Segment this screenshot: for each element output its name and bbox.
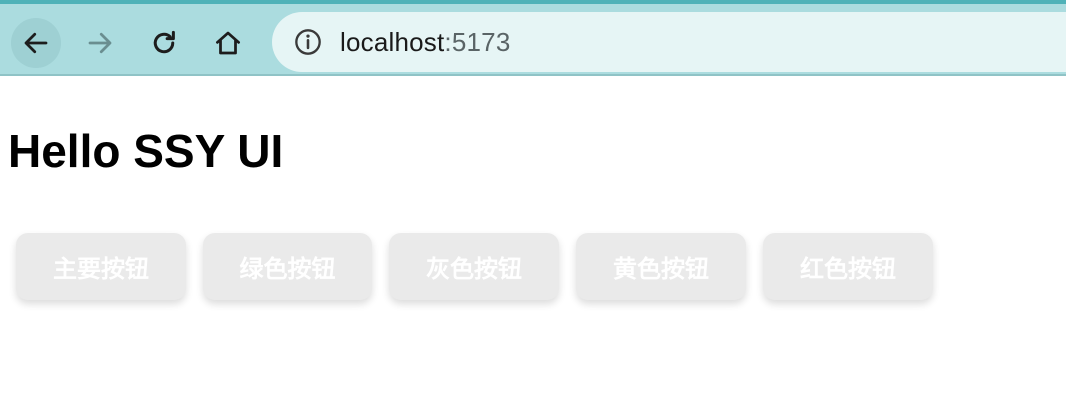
url-port: :5173 — [444, 26, 511, 57]
page-title: Hello SSY UI — [8, 125, 284, 177]
primary-button[interactable]: 主要按钮 — [16, 233, 186, 300]
back-button[interactable] — [11, 18, 61, 68]
forward-button[interactable] — [75, 18, 125, 68]
back-arrow-icon — [24, 32, 48, 54]
url-host: localhost — [340, 26, 445, 57]
reload-icon — [153, 30, 175, 54]
gray-button[interactable]: 灰色按钮 — [389, 233, 559, 300]
green-button[interactable]: 绿色按钮 — [203, 233, 372, 300]
yellow-button[interactable]: 黄色按钮 — [576, 233, 746, 300]
url-text[interactable]: localhost:5173 — [340, 27, 511, 58]
home-button[interactable] — [203, 18, 253, 68]
button-row: 主要按钮 绿色按钮 灰色按钮 黄色按钮 红色按钮 — [16, 233, 933, 300]
red-button[interactable]: 红色按钮 — [763, 233, 933, 300]
reload-button[interactable] — [139, 18, 189, 68]
browser-toolbar: localhost:5173 — [0, 0, 1066, 76]
forward-arrow-icon — [88, 32, 112, 54]
info-icon[interactable] — [294, 28, 322, 56]
address-bar[interactable]: localhost:5173 — [272, 12, 1066, 72]
home-icon — [216, 31, 240, 55]
